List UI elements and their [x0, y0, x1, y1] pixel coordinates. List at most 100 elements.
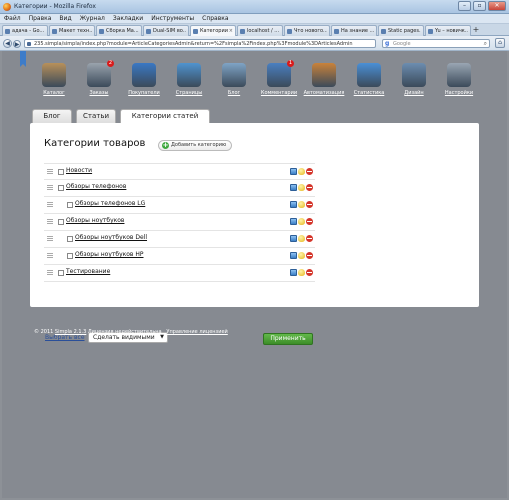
- close-tab-icon[interactable]: ×: [229, 28, 233, 34]
- footer-manage-license-link[interactable]: Управление лицензией: [166, 329, 227, 335]
- browser-tab[interactable]: Static pages...: [378, 25, 424, 36]
- footer-product-link[interactable]: Simpla 2.1.3: [55, 329, 86, 335]
- drag-handle-icon[interactable]: [47, 169, 53, 175]
- open-on-site-icon[interactable]: [290, 218, 297, 225]
- notification-badge: 1: [287, 60, 294, 67]
- admin-menu-item[interactable]: Страницы: [167, 63, 211, 96]
- category-name-link[interactable]: Обзоры ноутбуков HP: [75, 251, 144, 258]
- admin-menu-item[interactable]: Блог: [212, 63, 256, 96]
- category-checkbox[interactable]: [67, 236, 73, 242]
- delete-icon[interactable]: [306, 168, 313, 175]
- row-actions: [290, 269, 313, 276]
- admin-menu-item[interactable]: Статистика: [347, 63, 391, 96]
- menu-file[interactable]: Файл: [4, 14, 21, 23]
- delete-icon[interactable]: [306, 252, 313, 259]
- admin-menu-item[interactable]: Каталог: [32, 63, 76, 96]
- category-name-link[interactable]: Обзоры ноутбуков: [66, 217, 124, 224]
- comments-icon: 1: [267, 60, 294, 87]
- menu-history[interactable]: Журнал: [80, 14, 105, 23]
- browser-tab[interactable]: На знание ...: [331, 25, 377, 36]
- apply-button[interactable]: Применить: [263, 333, 313, 345]
- open-on-site-icon[interactable]: [290, 184, 297, 191]
- admin-menu-item[interactable]: Покупатели: [122, 63, 166, 96]
- drag-handle-icon[interactable]: [47, 253, 53, 259]
- category-checkbox[interactable]: [58, 219, 64, 225]
- category-name-link[interactable]: Обзоры телефонов LG: [75, 200, 145, 207]
- browser-tab[interactable]: Категории ×: [190, 25, 236, 36]
- tab-articles[interactable]: Статьи: [76, 109, 116, 123]
- admin-menu-item[interactable]: 2 Заказы: [77, 60, 121, 96]
- delete-icon[interactable]: [306, 269, 313, 276]
- open-on-site-icon[interactable]: [290, 168, 297, 175]
- page-body: Каталог 2 Заказы Покупатели Страницы Блог 1 Ком…: [2, 51, 507, 498]
- admin-menu-item[interactable]: Настройки: [437, 63, 481, 96]
- admin-menu-label: Автоматизация: [303, 90, 345, 96]
- visibility-toggle-icon[interactable]: [298, 269, 305, 276]
- visibility-toggle-icon[interactable]: [298, 252, 305, 259]
- minimize-button[interactable]: –: [458, 1, 471, 11]
- select-all-link[interactable]: Выбрать все: [45, 334, 85, 341]
- open-on-site-icon[interactable]: [290, 201, 297, 208]
- drag-handle-icon[interactable]: [47, 236, 53, 242]
- category-checkbox[interactable]: [58, 169, 64, 175]
- search-bar[interactable]: g Google ⌕: [382, 39, 490, 48]
- visibility-toggle-icon[interactable]: [298, 201, 305, 208]
- stats-icon: [357, 63, 381, 87]
- open-on-site-icon[interactable]: [290, 235, 297, 242]
- search-icon[interactable]: ⌕: [484, 40, 487, 48]
- maximize-button[interactable]: ▫: [473, 1, 486, 11]
- menu-view[interactable]: Вид: [59, 14, 71, 23]
- category-checkbox[interactable]: [67, 253, 73, 259]
- drag-handle-icon[interactable]: [47, 270, 53, 276]
- add-category-button[interactable]: + Добавить категорию: [158, 140, 232, 151]
- drag-handle-icon[interactable]: [47, 185, 53, 191]
- drag-handle-icon[interactable]: [47, 219, 53, 225]
- browser-tab[interactable]: localhost / ...: [237, 25, 283, 36]
- search-placeholder: Google: [393, 41, 411, 47]
- visibility-toggle-icon[interactable]: [298, 184, 305, 191]
- url-bar[interactable]: 235.simpla/simpla/index.php?module=Artic…: [24, 39, 376, 48]
- admin-menu-item[interactable]: 1 Комментарии: [257, 60, 301, 96]
- category-checkbox[interactable]: [58, 270, 64, 276]
- category-name-link[interactable]: Обзоры ноутбуков Dell: [75, 234, 147, 241]
- category-name-link[interactable]: Тестирование: [66, 268, 110, 275]
- category-checkbox[interactable]: [58, 185, 64, 191]
- open-on-site-icon[interactable]: [290, 252, 297, 259]
- browser-tab[interactable]: Сборка Ма...: [96, 25, 142, 36]
- delete-icon[interactable]: [306, 201, 313, 208]
- close-window-button[interactable]: ✕: [488, 1, 506, 11]
- delete-icon[interactable]: [306, 184, 313, 191]
- category-checkbox[interactable]: [67, 202, 73, 208]
- forward-button[interactable]: ▶: [13, 40, 21, 48]
- tab-blog[interactable]: Блог: [32, 109, 72, 123]
- menu-tools[interactable]: Инструменты: [151, 14, 194, 23]
- back-button[interactable]: ◀: [3, 39, 12, 48]
- row-actions: [290, 235, 313, 242]
- open-on-site-icon[interactable]: [290, 269, 297, 276]
- category-name-link[interactable]: Новости: [66, 167, 92, 174]
- browser-tab[interactable]: Yu – новичк...: [425, 25, 471, 36]
- home-button[interactable]: ⌂: [495, 38, 505, 48]
- menu-edit[interactable]: Правка: [29, 14, 52, 23]
- browser-tab-label: localhost / ...: [247, 28, 280, 34]
- category-row: Тестирование: [44, 265, 315, 282]
- browser-tab[interactable]: Dual-SIM во...: [143, 25, 189, 36]
- new-tab-button[interactable]: +: [472, 26, 480, 35]
- menu-bookmarks[interactable]: Закладки: [113, 14, 143, 23]
- browser-tab[interactable]: Что нового...: [284, 25, 330, 36]
- browser-tab[interactable]: адача - Go...: [2, 25, 48, 36]
- visibility-toggle-icon[interactable]: [298, 235, 305, 242]
- browser-tab-label: адача - Go...: [12, 28, 45, 34]
- tab-article-categories[interactable]: Категории статей: [120, 109, 210, 124]
- browser-tab[interactable]: Макет техн...: [49, 25, 95, 36]
- delete-icon[interactable]: [306, 235, 313, 242]
- visibility-toggle-icon[interactable]: [298, 218, 305, 225]
- drag-handle-icon[interactable]: [47, 202, 53, 208]
- admin-menu-item[interactable]: Автоматизация: [302, 63, 346, 96]
- delete-icon[interactable]: [306, 218, 313, 225]
- visibility-toggle-icon[interactable]: [298, 168, 305, 175]
- admin-menu-item[interactable]: Дизайн: [392, 63, 436, 96]
- plus-icon: +: [162, 141, 169, 149]
- category-name-link[interactable]: Обзоры телефонов: [66, 183, 126, 190]
- menu-help[interactable]: Справка: [202, 14, 228, 23]
